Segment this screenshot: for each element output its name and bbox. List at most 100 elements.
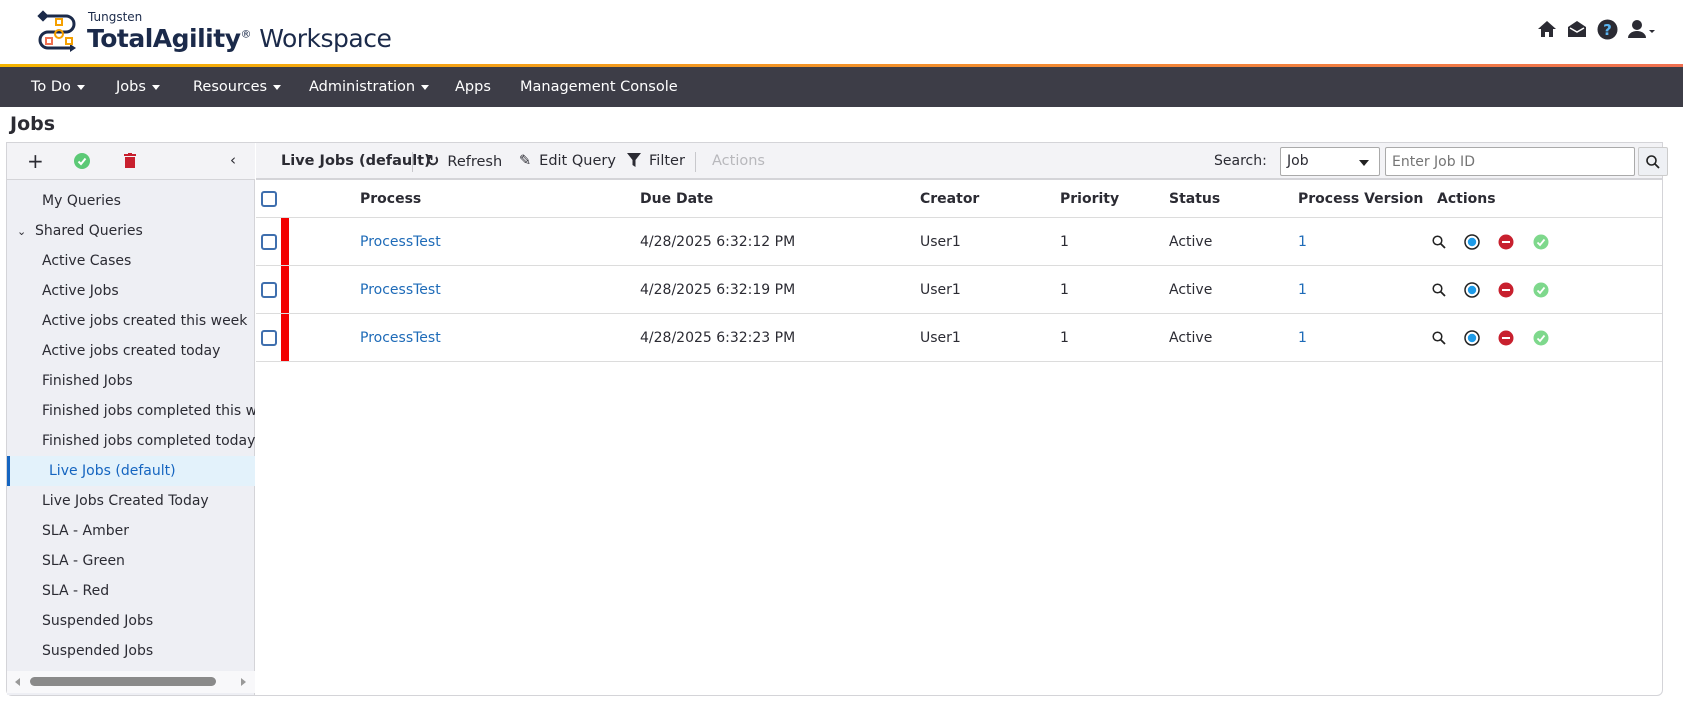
main-nav: To Do Jobs Resources Administration Apps…: [0, 67, 1683, 107]
cell-due: 4/28/2025 6:32:12 PM: [640, 233, 796, 250]
horizontal-scrollbar[interactable]: [7, 671, 255, 693]
sidebar-item-label: My Queries: [42, 193, 121, 209]
progress-icon[interactable]: [1464, 233, 1480, 250]
sidebar-item-label: Active jobs created this week: [42, 313, 248, 329]
add-icon[interactable]: +: [27, 149, 44, 173]
sidebar-query-item[interactable]: Active jobs created this week: [7, 306, 255, 336]
nav-administration[interactable]: Administration: [309, 67, 430, 107]
sidebar-item-label: Active jobs created today: [42, 343, 221, 359]
caret-down-icon: [421, 84, 430, 90]
cell-version[interactable]: 1: [1298, 266, 1307, 313]
nav-management-console[interactable]: Management Console: [520, 67, 678, 107]
terminate-icon[interactable]: [1498, 234, 1514, 250]
sidebar-query-item[interactable]: SLA - Green: [7, 546, 255, 576]
complete-icon[interactable]: [1532, 281, 1550, 299]
nav-todo[interactable]: To Do: [31, 67, 85, 107]
col-actions: Actions: [1437, 191, 1496, 207]
search-type-select[interactable]: Job: [1280, 147, 1380, 176]
sidebar-item-label: Active Cases: [42, 253, 132, 269]
envelope-open-icon[interactable]: [1567, 20, 1587, 42]
table-row[interactable]: ProcessTest 4/28/2025 6:32:19 PM User1 1 Act…: [256, 266, 1662, 314]
caret-down-icon: [151, 84, 160, 90]
job-id-search-input[interactable]: [1385, 147, 1635, 176]
col-creator[interactable]: Creator: [920, 181, 979, 217]
check-circle-icon[interactable]: [74, 153, 90, 173]
scroll-left-icon[interactable]: [15, 678, 20, 686]
cell-due: 4/28/2025 6:32:23 PM: [640, 329, 796, 346]
trash-icon[interactable]: [124, 153, 136, 172]
col-process-version[interactable]: Process Version: [1298, 181, 1423, 217]
search-icon: [1646, 155, 1660, 169]
row-checkbox[interactable]: [261, 329, 277, 346]
terminate-icon[interactable]: [1498, 282, 1514, 298]
sidebar-query-item[interactable]: SLA - Red: [7, 576, 255, 606]
overdue-indicator: [281, 314, 289, 361]
sidebar-query-item[interactable]: My Queries: [7, 186, 255, 216]
page-title: Jobs: [10, 113, 56, 135]
progress-icon[interactable]: [1464, 329, 1480, 346]
cell-status: Active: [1169, 329, 1213, 346]
complete-icon[interactable]: [1532, 329, 1550, 347]
cell-version[interactable]: 1: [1298, 314, 1307, 361]
sidebar-query-item[interactable]: Active jobs created today: [7, 336, 255, 366]
terminate-icon[interactable]: [1498, 330, 1514, 346]
refresh-button[interactable]: ↻ Refresh: [426, 143, 502, 179]
home-icon[interactable]: [1537, 20, 1557, 42]
collapse-sidebar-icon[interactable]: ‹: [230, 151, 236, 169]
sidebar-item-label: Shared Queries: [35, 223, 143, 239]
sidebar-item-label: Live Jobs Created Today: [42, 493, 209, 509]
sidebar-query-item[interactable]: Live Jobs Created Today: [7, 486, 255, 516]
nav-jobs[interactable]: Jobs: [116, 67, 160, 107]
query-toolbar: Live Jobs (default) ↻ Refresh ✎ Edit Query…: [256, 143, 1668, 180]
filter-button[interactable]: Filter: [627, 143, 685, 179]
view-icon[interactable]: [1432, 330, 1446, 345]
search-button[interactable]: [1638, 147, 1668, 176]
col-process[interactable]: Process: [360, 181, 421, 217]
select-all-checkbox[interactable]: [261, 191, 277, 207]
scroll-right-icon[interactable]: [241, 678, 246, 686]
sidebar-query-item[interactable]: Finished jobs completed this week: [7, 396, 255, 426]
actions-button[interactable]: Actions: [712, 143, 765, 179]
sidebar-query-item[interactable]: Finished Jobs: [7, 366, 255, 396]
sidebar-item-label: Live Jobs (default): [49, 463, 176, 479]
divider: [695, 152, 696, 172]
cell-creator: User1: [920, 329, 961, 346]
cell-process[interactable]: ProcessTest: [360, 266, 441, 313]
brand-small: Tungsten: [88, 10, 143, 24]
nav-apps[interactable]: Apps: [455, 67, 491, 107]
overdue-indicator: [281, 266, 289, 313]
table-row[interactable]: ProcessTest 4/28/2025 6:32:23 PM User1 1 Act…: [256, 314, 1662, 362]
sidebar-item-label: SLA - Green: [42, 553, 125, 569]
scrollbar-thumb[interactable]: [30, 677, 216, 686]
complete-icon[interactable]: [1532, 233, 1550, 251]
sidebar-item-label: Finished jobs completed today: [42, 433, 255, 449]
sidebar-item-label: Finished jobs completed this week: [42, 403, 255, 419]
sidebar-query-item[interactable]: Live Jobs (default): [7, 456, 255, 486]
sidebar-group-shared-queries[interactable]: ⌄ Shared Queries: [7, 216, 255, 246]
row-checkbox[interactable]: [261, 281, 277, 298]
cell-process[interactable]: ProcessTest: [360, 314, 441, 361]
edit-query-button[interactable]: ✎ Edit Query: [519, 143, 616, 179]
user-menu-icon[interactable]: [1627, 19, 1657, 43]
sidebar-query-item[interactable]: SLA - Amber: [7, 516, 255, 546]
filter-icon: [627, 153, 641, 167]
svg-text:?: ?: [1603, 21, 1612, 39]
sidebar-query-item[interactable]: Finished jobs completed today: [7, 426, 255, 456]
cell-process[interactable]: ProcessTest: [360, 218, 441, 265]
help-icon[interactable]: ?: [1597, 19, 1618, 44]
sidebar-query-item[interactable]: Active Jobs: [7, 276, 255, 306]
col-priority[interactable]: Priority: [1060, 181, 1119, 217]
view-icon[interactable]: [1432, 234, 1446, 249]
table-row[interactable]: ProcessTest 4/28/2025 6:32:12 PM User1 1 Act…: [256, 218, 1662, 266]
view-icon[interactable]: [1432, 282, 1446, 297]
cell-version[interactable]: 1: [1298, 218, 1307, 265]
sidebar-query-item[interactable]: Active Cases: [7, 246, 255, 276]
sidebar-query-item[interactable]: Suspended Jobs: [7, 636, 255, 666]
nav-resources[interactable]: Resources: [193, 67, 282, 107]
col-due-date[interactable]: Due Date: [640, 181, 713, 217]
progress-icon[interactable]: [1464, 281, 1480, 298]
sidebar-query-item[interactable]: Suspended Jobs: [7, 606, 255, 636]
col-status[interactable]: Status: [1169, 181, 1220, 217]
brand-logo[interactable]: Tungsten TotalAgility® Workspace: [36, 10, 392, 58]
row-checkbox[interactable]: [261, 233, 277, 250]
